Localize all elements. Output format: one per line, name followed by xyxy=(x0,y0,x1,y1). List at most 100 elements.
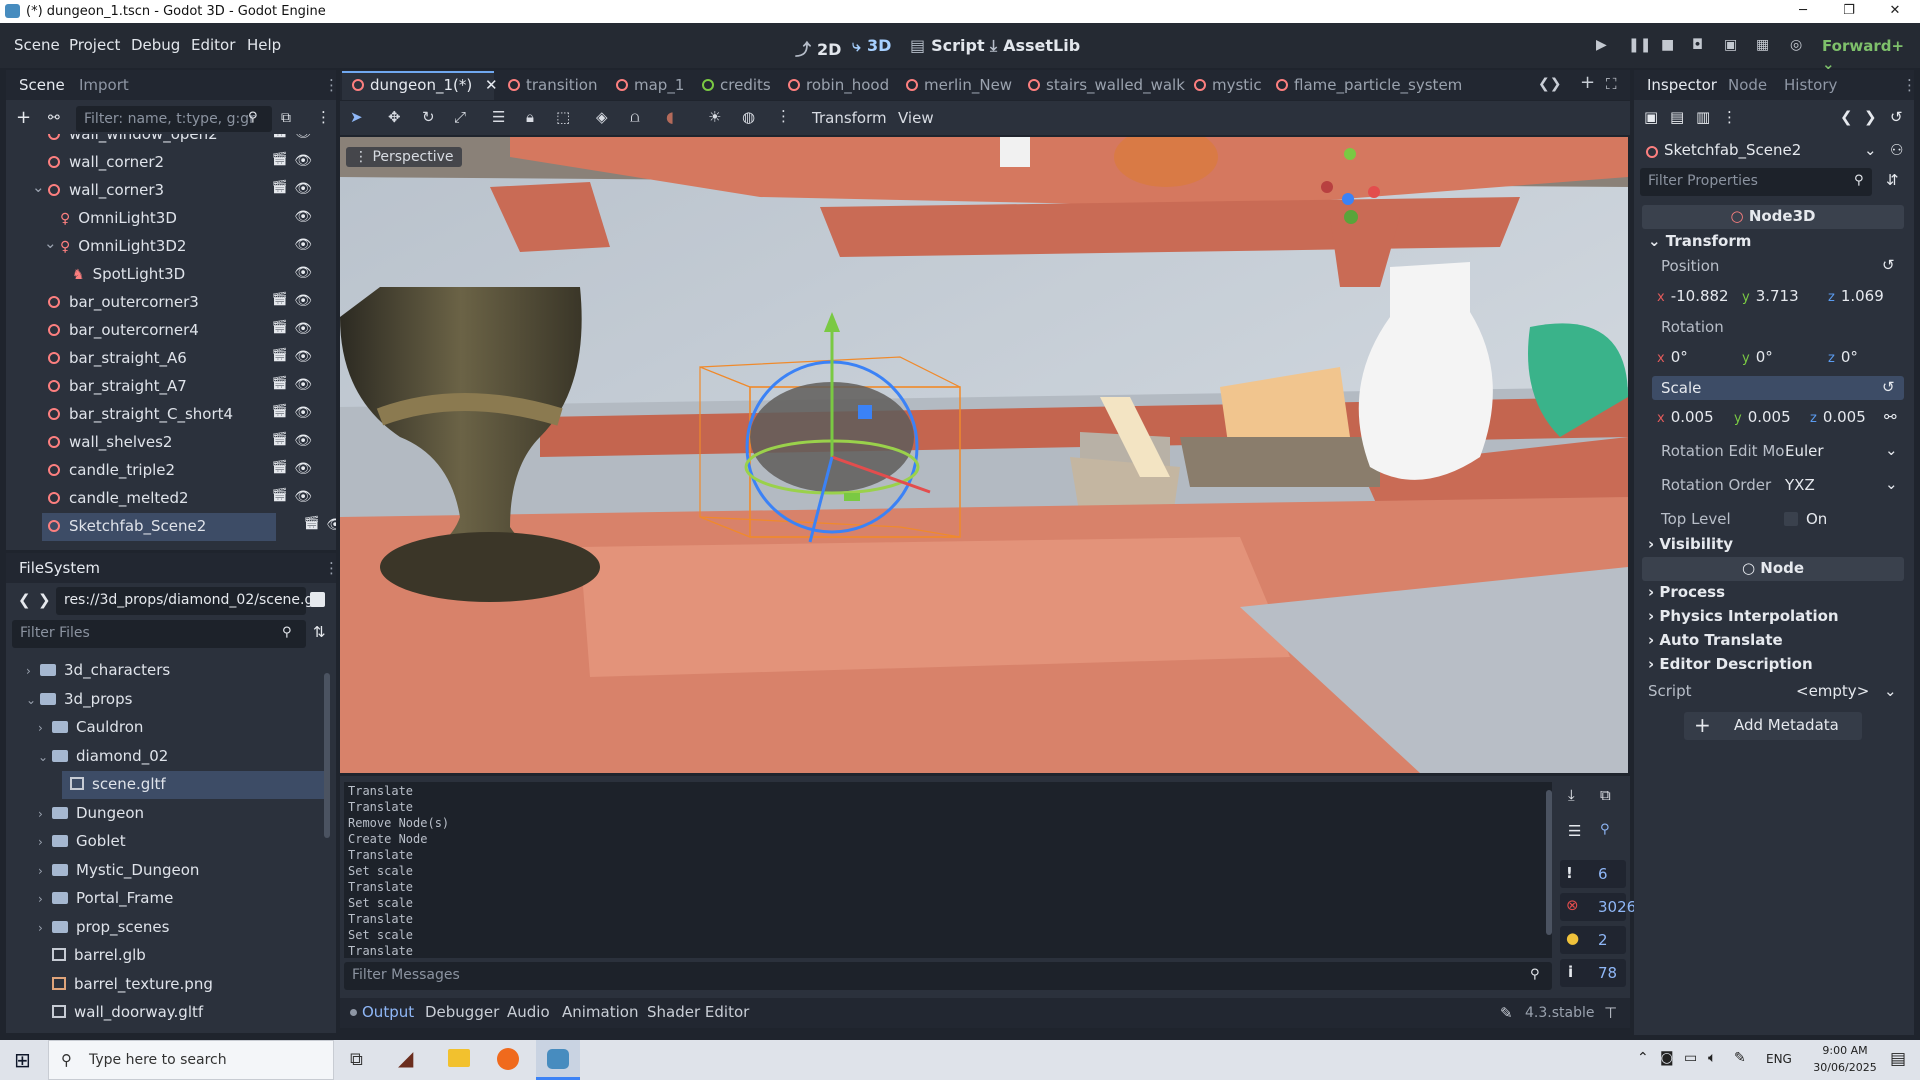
filesystem-item[interactable]: › Cauldron xyxy=(6,714,326,742)
chevron-down-icon[interactable]: ⌄ xyxy=(1885,475,1898,493)
maximize-button[interactable]: ❐ xyxy=(1826,0,1872,23)
pin-panel-icon[interactable]: ⊤ xyxy=(1604,1004,1617,1022)
view-gizmo-x[interactable] xyxy=(1368,186,1380,198)
filter-messages-input[interactable]: Filter Messages xyxy=(344,962,1552,990)
taskbar-search[interactable]: ⚲ Type here to search xyxy=(48,1040,334,1080)
filesystem-item[interactable]: › Portal_Frame xyxy=(6,885,326,913)
scene-tree-item[interactable]: bar_outercorner3 🎬︎ 👁︎ xyxy=(6,289,326,317)
add-tab-icon[interactable]: + xyxy=(1580,72,1595,93)
scene-tree-item[interactable]: ♞ SpotLight3D 👁︎ xyxy=(6,261,326,289)
filesystem-item[interactable]: wall_doorway.gltf xyxy=(6,999,326,1027)
rotation-x-field[interactable]: x 0° xyxy=(1657,348,1688,366)
remote-debug-icon[interactable]: ◘ xyxy=(1692,37,1703,53)
scene-tab[interactable]: robin_hood xyxy=(788,76,889,94)
split-view-icon[interactable] xyxy=(310,592,325,607)
rotation-z-field[interactable]: z 0° xyxy=(1828,348,1858,366)
errors-count-badge[interactable]: ⊗ 3026 xyxy=(1560,893,1636,921)
rotation-y-field[interactable]: y 0° xyxy=(1742,348,1773,366)
copy-log-icon[interactable]: ⧉ xyxy=(1600,786,1611,804)
scene-tree-item[interactable]: Sketchfab_Scene2 🎬︎ 👁︎ xyxy=(42,513,336,541)
pause-icon[interactable]: ❚❚ xyxy=(1628,37,1651,53)
tray-app-icon[interactable]: ◙ xyxy=(1660,1050,1674,1066)
scene-tree-item[interactable]: bar_straight_A6 🎬︎ 👁︎ xyxy=(6,345,326,373)
collapse-icon[interactable]: ☰ xyxy=(1568,822,1581,840)
scene-tab[interactable]: flame_particle_system xyxy=(1276,76,1462,94)
output-scrollbar[interactable] xyxy=(1546,790,1552,935)
view-gizmo-z[interactable] xyxy=(1342,193,1354,205)
visibility-eye-icon[interactable]: 👁︎ xyxy=(294,321,312,337)
open-scene-icon[interactable]: 🎬︎ xyxy=(271,348,288,363)
scene-tab[interactable]: transition xyxy=(508,76,597,94)
workspace-2d-button[interactable]: ⤴ 2D xyxy=(795,36,841,60)
environment-icon[interactable]: ◍ xyxy=(742,108,755,126)
tab-node[interactable]: Node xyxy=(1728,76,1767,94)
link-icon[interactable]: ⚯ xyxy=(48,110,60,126)
physics-interpolation-category[interactable]: › Physics Interpolation xyxy=(1648,607,1839,625)
chevron-down-icon[interactable]: ⌄ xyxy=(1864,141,1877,159)
filesystem-item[interactable]: › Mystic_Dungeon xyxy=(6,857,326,885)
open-scene-icon[interactable]: 🎬︎ xyxy=(271,432,288,447)
new-resource-icon[interactable]: ▣ xyxy=(1644,108,1658,126)
app-icon[interactable]: ◢ xyxy=(398,1046,413,1070)
more-icon[interactable]: ⋮ xyxy=(776,107,791,125)
dock-menu-icon[interactable]: ⋮ xyxy=(324,76,339,94)
file-explorer-icon[interactable] xyxy=(448,1049,470,1067)
rotate-tool-icon[interactable]: ↻ xyxy=(422,108,435,126)
minimize-button[interactable]: ─ xyxy=(1780,0,1826,23)
sort-icon[interactable]: ⇅ xyxy=(313,623,326,641)
filesystem-item[interactable]: barrel.glb xyxy=(6,942,326,970)
tab-inspector[interactable]: Inspector xyxy=(1647,76,1717,94)
auto-translate-category[interactable]: › Auto Translate xyxy=(1648,631,1783,649)
script-value[interactable]: <empty> xyxy=(1796,682,1869,700)
rotation-edit-select[interactable]: Euler xyxy=(1785,442,1824,460)
revert-position-icon[interactable]: ↺ xyxy=(1882,256,1895,274)
close-button[interactable]: ✕ xyxy=(1872,0,1918,23)
firefox-icon[interactable] xyxy=(497,1048,519,1070)
top-level-checkbox[interactable] xyxy=(1784,512,1798,526)
chevron-right-icon[interactable]: › xyxy=(38,721,52,735)
open-resource-icon[interactable]: ▤ xyxy=(1670,108,1684,126)
filesystem-item[interactable]: › 3d_characters xyxy=(6,657,326,685)
sun-icon[interactable]: ☀ xyxy=(708,108,721,126)
filesystem-item[interactable]: › prop_scenes xyxy=(6,914,326,942)
info-count-badge[interactable]: i 78 xyxy=(1560,959,1626,987)
list-select-icon[interactable]: ☰ xyxy=(492,108,505,126)
tab-debugger[interactable]: Debugger xyxy=(425,1003,499,1021)
filesystem-item[interactable]: ⌄ 3d_props xyxy=(6,686,326,714)
group-icon[interactable]: ⬚ xyxy=(556,108,570,126)
tab-shader-editor[interactable]: Shader Editor xyxy=(647,1003,749,1021)
clock-time[interactable]: 9:00 AM xyxy=(1810,1044,1880,1057)
chevron-right-icon[interactable]: › xyxy=(38,835,52,849)
dock-menu-icon[interactable]: ⋮ xyxy=(1902,76,1917,94)
tab-scroll-icon[interactable]: ❮❯ xyxy=(1538,76,1561,92)
history-forward-icon[interactable]: ❯ xyxy=(1864,108,1877,126)
scale-tool-icon[interactable]: ⤢ xyxy=(454,108,466,126)
open-scene-icon[interactable]: 🎬︎ xyxy=(271,152,288,167)
scene-tab[interactable]: mystic xyxy=(1194,76,1262,94)
tab-filesystem[interactable]: FileSystem xyxy=(19,559,100,577)
chevron-right-icon[interactable]: › xyxy=(38,864,52,878)
chevron-right-icon[interactable]: › xyxy=(38,807,52,821)
scene-tree-item[interactable]: wall_shelves2 🎬︎ 👁︎ xyxy=(6,429,326,457)
scene-tab[interactable]: credits xyxy=(702,76,771,94)
scene-tree-item[interactable]: bar_outercorner4 🎬︎ 👁︎ xyxy=(6,317,326,345)
object-properties-icon[interactable]: ⚇ xyxy=(1890,141,1903,159)
filter-files-input[interactable]: Filter Files xyxy=(12,620,306,648)
visibility-eye-icon[interactable]: 👁︎ xyxy=(294,489,312,505)
chevron-down-icon[interactable]: ⌄ xyxy=(26,693,40,707)
open-scene-icon[interactable]: 🎬︎ xyxy=(271,180,288,195)
play-custom-scene-icon[interactable]: ▦ xyxy=(1756,37,1769,53)
view-gizmo-neg-x[interactable] xyxy=(1321,181,1333,193)
transform-category[interactable]: ⌄ Transform xyxy=(1648,232,1751,250)
movie-maker-icon[interactable]: ◎ xyxy=(1790,37,1802,53)
volume-icon[interactable]: 🔈︎ xyxy=(1708,1050,1716,1066)
task-view-icon[interactable]: ⧉ xyxy=(350,1049,363,1070)
menu-help[interactable]: Help xyxy=(247,36,281,54)
inspector-menu-icon[interactable]: ⋮ xyxy=(1722,108,1737,126)
workspace-assetlib-button[interactable]: ⤓ AssetLib xyxy=(990,36,1080,56)
menu-debug[interactable]: Debug xyxy=(131,36,180,54)
object-history-icon[interactable]: ↺ xyxy=(1890,108,1903,126)
visibility-eye-icon[interactable]: 👁︎ xyxy=(294,433,312,449)
scene-tree-item[interactable]: bar_straight_C_short4 🎬︎ 👁︎ xyxy=(6,401,326,429)
scene-tree-item[interactable]: candle_melted2 🎬︎ 👁︎ xyxy=(6,485,326,513)
